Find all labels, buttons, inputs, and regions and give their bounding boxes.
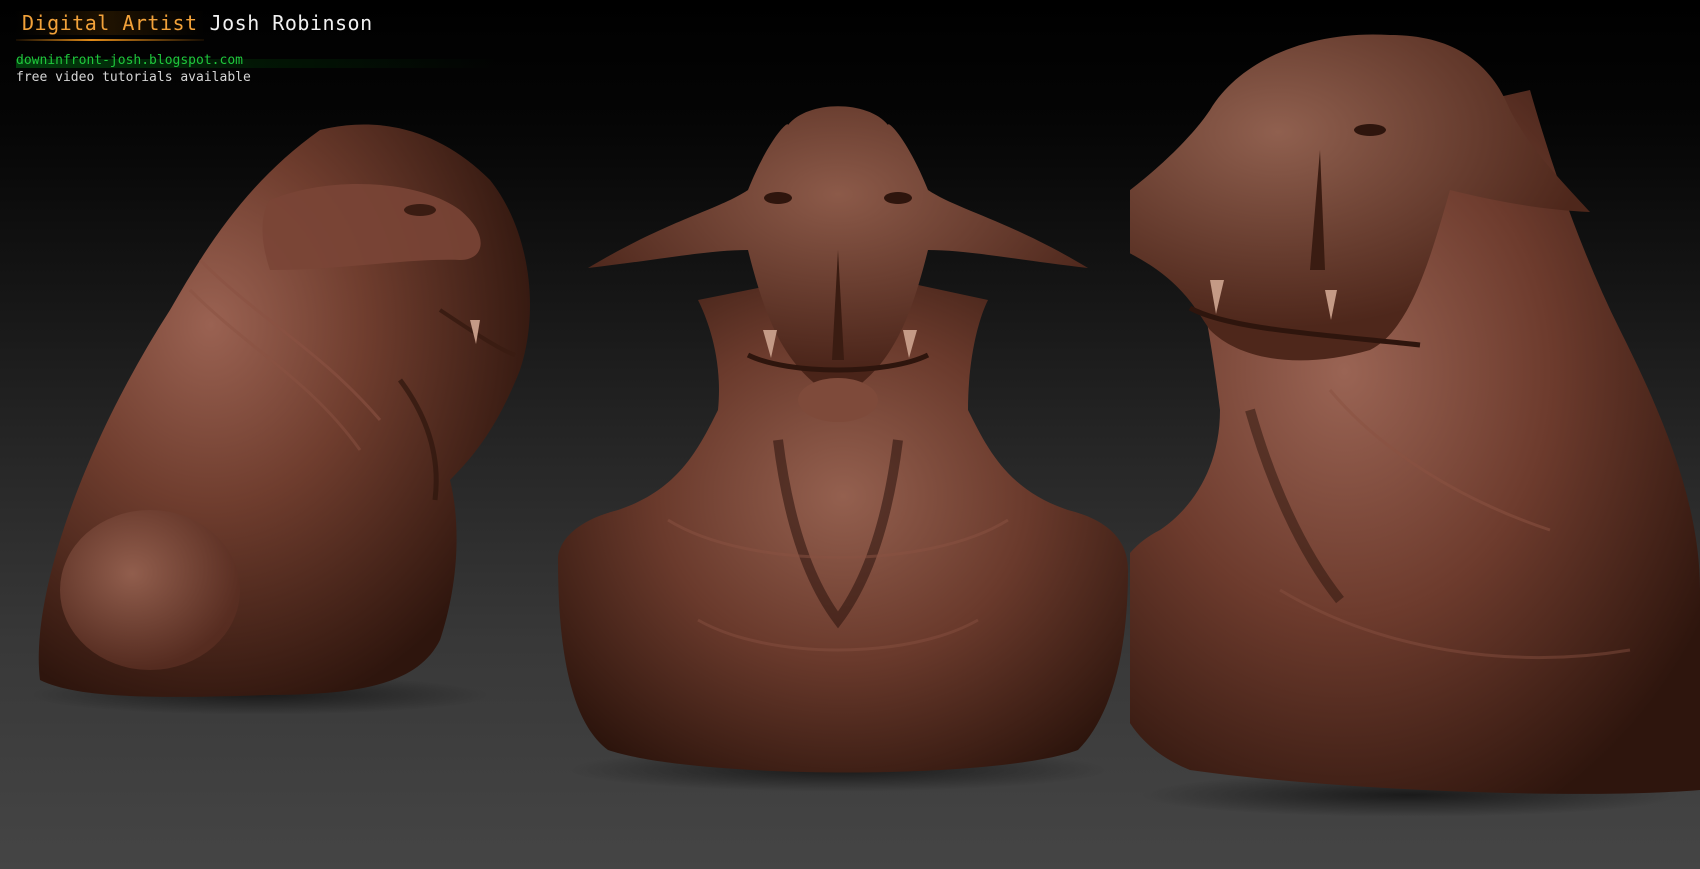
artist-role: Digital Artist [16, 11, 204, 41]
tutorials-tagline: free video tutorials available [16, 70, 251, 85]
artist-header: Digital Artist Josh Robinson downinfront… [16, 8, 536, 88]
blog-link[interactable]: downinfront-josh.blogspot.com [16, 53, 243, 68]
sculpt-bust-left-view [20, 120, 560, 720]
sculpt-bust-front-view [548, 100, 1128, 800]
render-viewport: Digital Artist Josh Robinson downinfront… [0, 0, 1700, 869]
title-row: Digital Artist Josh Robinson [16, 8, 373, 41]
artist-name: Josh Robinson [209, 11, 373, 35]
sculpt-bust-right-view [1130, 30, 1700, 830]
